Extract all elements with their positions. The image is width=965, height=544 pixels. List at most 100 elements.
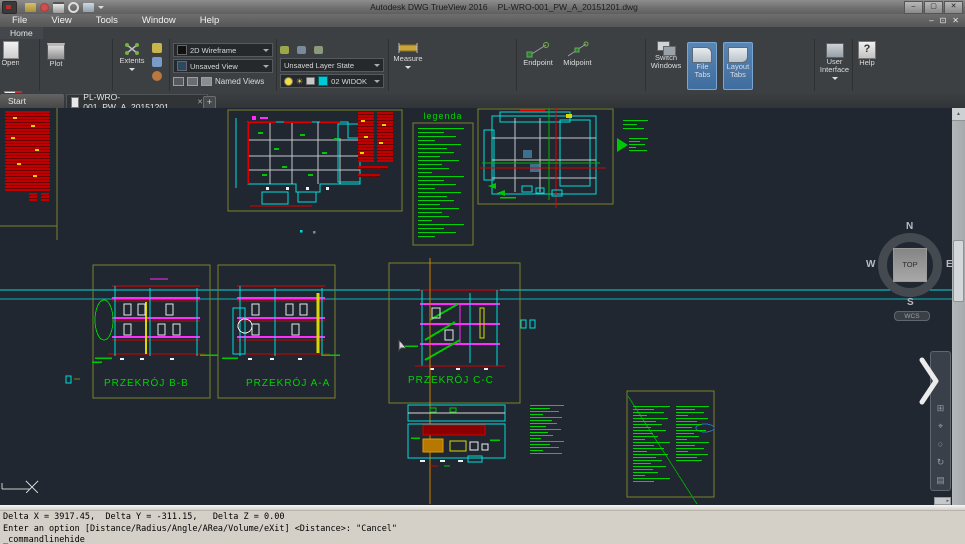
panel-expand-chevron[interactable] <box>919 357 941 405</box>
small-cyan-symbols <box>521 320 535 328</box>
red-note-column-2 <box>377 112 393 162</box>
walk-icon[interactable] <box>152 57 162 67</box>
menu-tools[interactable]: Tools <box>84 15 130 26</box>
elevation-drawing <box>408 405 505 466</box>
pan-hand-icon[interactable] <box>152 43 162 53</box>
view-back-icon[interactable] <box>187 77 198 86</box>
mdi-minimize-button[interactable]: – <box>929 15 933 27</box>
maximize-button[interactable]: ▢ <box>924 1 943 14</box>
scroll-up-icon[interactable]: ▲ <box>952 108 965 121</box>
drawing-file-icon <box>71 97 79 108</box>
endpoint-icon <box>526 41 550 59</box>
section-cc-drawing <box>403 290 505 370</box>
ribbon-panel-navigate: Extents <box>114 39 170 91</box>
layout-tabs-toggle[interactable]: Layout Tabs <box>723 42 753 90</box>
user-interface-button[interactable]: User Interface <box>818 41 851 91</box>
nav-orbit-icon[interactable]: ↻ <box>937 458 945 467</box>
menu-help[interactable]: Help <box>188 15 232 26</box>
print-icon[interactable] <box>53 2 64 13</box>
named-views-icon[interactable] <box>201 77 212 86</box>
viewcube-top-face[interactable]: TOP <box>893 248 927 282</box>
endpoint-snap-button[interactable]: Endpoint <box>520 41 556 91</box>
nav-pan-icon[interactable]: ⌖ <box>938 422 943 431</box>
layer-state-edit-icon[interactable] <box>314 46 323 54</box>
legend-text-lines <box>418 128 466 240</box>
midpoint-snap-button[interactable]: Midpoint <box>560 41 594 91</box>
drawing-canvas[interactable]: legenda PRZEKRÓJ B-B PRZEKRÓJ A-A PRZEKR… <box>0 108 965 505</box>
ui-dropdown-icon <box>832 77 838 83</box>
close-button[interactable]: ✕ <box>944 1 963 14</box>
ribbon-panel-windows: Switch Windows File Tabs Layout Tabs Til… <box>647 39 815 91</box>
application-menu-button[interactable] <box>2 1 17 14</box>
layer-state-new-icon[interactable] <box>280 46 289 54</box>
title-bar: Autodesk DWG TrueView 2016PL-WRO-001_PW_… <box>0 0 965 14</box>
tab-document[interactable]: PL-WRO-001_PW_A_20151201 ✕ <box>66 94 208 109</box>
vertical-scrollbar[interactable]: ▲ <box>952 108 965 505</box>
open-button[interactable]: Open <box>2 41 19 91</box>
file-tabs-toggle[interactable]: File Tabs <box>687 42 717 90</box>
section-bb-drawing <box>92 279 218 362</box>
application-window: Autodesk DWG TrueView 2016PL-WRO-001_PW_… <box>0 0 965 544</box>
note-lines-top-right-2 <box>629 138 649 153</box>
viewport-icon[interactable] <box>173 77 184 86</box>
viewcube-south[interactable]: S <box>907 297 914 308</box>
ucs-icon <box>2 481 38 493</box>
app-logo-icon <box>6 5 11 9</box>
help-icon: ? <box>858 41 876 59</box>
view-state-select[interactable]: Unsaved View <box>173 59 273 73</box>
user-interface-icon <box>826 43 844 58</box>
horizontal-scrollbar-stub[interactable]: ▸ <box>934 497 951 505</box>
viewcube-north[interactable]: N <box>906 221 913 232</box>
visual-style-icon <box>177 45 187 55</box>
print-preview-icon[interactable] <box>68 2 79 13</box>
ribbon-panel-inquiry: Measure Region/Mass Properties List ⌖ Lo… <box>390 39 517 91</box>
visual-style-select[interactable]: 2D Wireframe <box>173 43 273 57</box>
zoom-extents-icon <box>123 41 141 57</box>
viewcube-wcs-menu[interactable]: WCS <box>894 311 930 321</box>
nav-steering-icon[interactable]: ▤ <box>936 476 945 485</box>
help-button[interactable]: ? Help <box>856 41 878 91</box>
named-views-button[interactable]: Named Views <box>215 77 264 86</box>
window-title: Autodesk DWG TrueView 2016PL-WRO-001_PW_… <box>104 2 904 12</box>
mdi-close-button[interactable]: ✕ <box>952 15 959 27</box>
view-state-icon <box>177 61 187 71</box>
quick-access-toolbar <box>25 2 104 13</box>
measure-dropdown-icon <box>405 66 411 72</box>
command-input-line[interactable]: _commandlinehide <box>3 536 965 544</box>
open-icon[interactable] <box>25 3 36 12</box>
section-cc-label: PRZEKRÓJ C-C <box>408 375 494 386</box>
command-line-window[interactable]: Delta X = 3917.45, Delta Y = -311.15, De… <box>0 505 965 544</box>
menu-file[interactable]: File <box>0 15 39 26</box>
plot-red-icon[interactable] <box>40 3 49 12</box>
switch-windows-icon <box>657 41 675 54</box>
legend-title: legenda <box>413 111 473 121</box>
tab-start[interactable]: Start <box>0 94 64 108</box>
plot-button[interactable]: Plot <box>43 41 69 91</box>
zoom-extents-button[interactable]: Extents <box>116 41 148 91</box>
notes-column-2 <box>633 406 672 483</box>
switch-windows-button[interactable]: Switch Windows <box>649 41 683 91</box>
measure-button[interactable]: Measure <box>392 41 424 91</box>
orbit-icon[interactable] <box>152 71 162 81</box>
layer-select[interactable]: ☀ 02 WIDOK <box>280 74 384 88</box>
file-tab-bar: Start PL-WRO-001_PW_A_20151201 ✕ + <box>0 93 965 108</box>
file-tabs-icon <box>692 47 712 63</box>
mdi-restore-button[interactable]: ⊡ <box>940 15 947 27</box>
layer-state-save-icon[interactable] <box>297 46 306 54</box>
vertical-scrollbar-thumb[interactable] <box>953 240 964 302</box>
ribbon-panel-osnap: Endpoint Midpoint ○ × ⊙ ▪ + ◇ <box>518 39 646 91</box>
menu-window[interactable]: Window <box>130 15 188 26</box>
minimize-button[interactable]: – <box>904 1 923 14</box>
ribbon-tab-home[interactable]: Home <box>0 27 43 39</box>
layer-on-icon <box>284 77 293 86</box>
publish-icon[interactable] <box>83 3 94 12</box>
menu-view[interactable]: View <box>39 15 83 26</box>
nav-fullnav-icon[interactable]: ⊞ <box>937 404 945 413</box>
extents-dropdown-icon <box>129 68 135 74</box>
command-window-grip[interactable] <box>0 506 965 511</box>
midpoint-icon <box>565 41 589 59</box>
layer-state-select[interactable]: Unsaved Layer State <box>280 58 384 72</box>
nav-zoom-icon[interactable]: ○ <box>938 440 943 449</box>
viewcube-west[interactable]: W <box>866 259 875 270</box>
ribbon-panel-views: 2D Wireframe Unsaved View Named Views <box>171 39 277 91</box>
